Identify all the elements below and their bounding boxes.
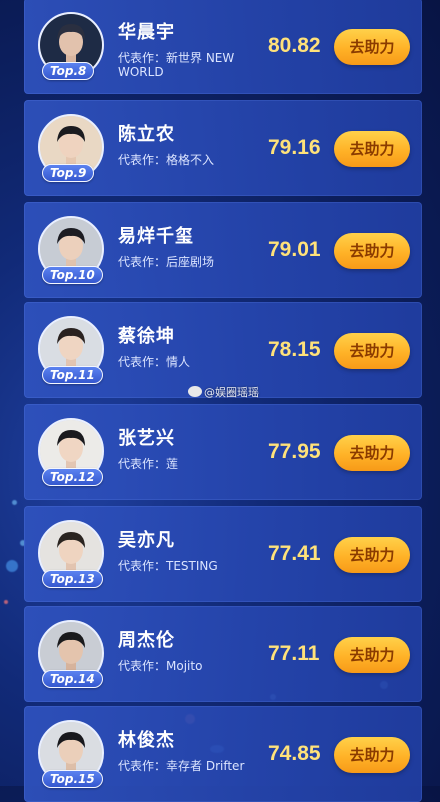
artist-name: 林俊杰 — [118, 730, 175, 751]
score: 80.82 — [268, 34, 321, 57]
sparkle-decoration — [4, 600, 8, 604]
avatar-block: Top.14 — [38, 620, 104, 688]
artist-name: 吴亦凡 — [118, 530, 175, 551]
representative-work: 代表作：后座剧场 — [118, 255, 268, 269]
support-button[interactable]: 去助力 — [334, 131, 410, 167]
work-prefix: 代表作： — [118, 559, 167, 573]
rank-badge: Top.10 — [42, 266, 103, 284]
work-title: 幸存者 Drifter — [166, 759, 245, 773]
work-title: 后座剧场 — [166, 255, 215, 269]
avatar-block: Top.11 — [38, 316, 104, 384]
representative-work: 代表作：情人 — [118, 355, 268, 369]
avatar-block: Top.13 — [38, 520, 104, 588]
rank-badge: Top.9 — [42, 164, 95, 182]
avatar-block: Top.8 — [38, 12, 104, 80]
representative-work: 代表作：莲 — [118, 457, 268, 471]
score: 78.15 — [268, 338, 321, 361]
avatar-block: Top.10 — [38, 216, 104, 284]
representative-work: 代表作：格格不入 — [118, 153, 268, 167]
score: 79.01 — [268, 238, 321, 261]
work-prefix: 代表作： — [118, 255, 167, 269]
score: 77.95 — [268, 440, 321, 463]
ranking-row: Top.14 周杰伦 代表作：Mojito 77.11 去助力 — [24, 606, 422, 702]
representative-work: 代表作：幸存者 Drifter — [118, 759, 268, 773]
artist-name: 张艺兴 — [118, 428, 175, 449]
ranking-row: Top.15 林俊杰 代表作：幸存者 Drifter 74.85 去助力 — [24, 706, 422, 802]
ranking-row: Top.9 陈立农 代表作：格格不入 79.16 去助力 — [24, 100, 422, 196]
artist-name: 陈立农 — [118, 124, 175, 145]
work-prefix: 代表作： — [118, 659, 167, 673]
representative-work: 代表作：TESTING — [118, 559, 268, 573]
rank-badge: Top.13 — [42, 570, 103, 588]
work-title: 格格不入 — [166, 153, 215, 167]
score: 79.16 — [268, 136, 321, 159]
score: 74.85 — [268, 742, 321, 765]
work-prefix: 代表作： — [118, 759, 167, 773]
sparkle-decoration — [12, 500, 17, 505]
rank-badge: Top.14 — [42, 670, 103, 688]
ranking-row: Top.12 张艺兴 代表作：莲 77.95 去助力 — [24, 404, 422, 500]
work-title: 莲 — [166, 457, 179, 471]
ranking-row: Top.13 吴亦凡 代表作：TESTING 77.41 去助力 — [24, 506, 422, 602]
work-prefix: 代表作： — [118, 51, 167, 65]
support-button[interactable]: 去助力 — [334, 435, 410, 471]
watermark: @娱圈瑶瑶 — [188, 384, 259, 400]
support-button[interactable]: 去助力 — [334, 637, 410, 673]
support-button[interactable]: 去助力 — [334, 333, 410, 369]
support-button[interactable]: 去助力 — [334, 29, 410, 65]
score: 77.41 — [268, 542, 321, 565]
watermark-text: @娱圈瑶瑶 — [204, 386, 259, 399]
weibo-icon — [188, 386, 202, 397]
ranking-row: Top.8 华晨宇 代表作：新世界 NEW WORLD 80.82 去助力 — [24, 0, 422, 94]
avatar-block: Top.15 — [38, 720, 104, 788]
score: 77.11 — [268, 642, 320, 665]
representative-work: 代表作：Mojito — [118, 659, 268, 673]
support-button[interactable]: 去助力 — [334, 537, 410, 573]
artist-name: 易烊千玺 — [118, 226, 194, 247]
artist-name: 蔡徐坤 — [118, 326, 175, 347]
work-prefix: 代表作： — [118, 153, 167, 167]
work-title: TESTING — [166, 559, 218, 573]
ranking-row: Top.10 易烊千玺 代表作：后座剧场 79.01 去助力 — [24, 202, 422, 298]
work-prefix: 代表作： — [118, 457, 167, 471]
avatar-block: Top.12 — [38, 418, 104, 486]
rank-badge: Top.8 — [42, 62, 95, 80]
rank-badge: Top.12 — [42, 468, 103, 486]
representative-work: 代表作：新世界 NEW WORLD — [118, 51, 268, 79]
avatar-block: Top.9 — [38, 114, 104, 182]
work-prefix: 代表作： — [118, 355, 167, 369]
artist-name: 华晨宇 — [118, 22, 175, 43]
sparkle-decoration — [6, 560, 18, 572]
artist-name: 周杰伦 — [118, 630, 175, 651]
support-button[interactable]: 去助力 — [334, 737, 410, 773]
work-title: 情人 — [166, 355, 191, 369]
support-button[interactable]: 去助力 — [334, 233, 410, 269]
rank-badge: Top.15 — [42, 770, 103, 788]
rank-badge: Top.11 — [42, 366, 103, 384]
work-title: Mojito — [166, 659, 203, 673]
